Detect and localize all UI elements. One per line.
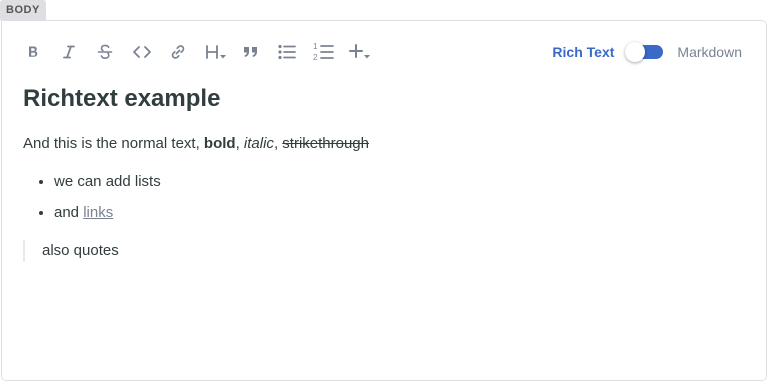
heading-dropdown-icon bbox=[206, 45, 226, 59]
strikethrough-icon bbox=[97, 44, 113, 60]
field-label: BODY bbox=[0, 0, 46, 20]
content-blockquote: also quotes bbox=[23, 240, 119, 262]
separator: , bbox=[235, 135, 244, 152]
quote-icon bbox=[244, 47, 257, 57]
add-component-dropdown-icon bbox=[349, 44, 370, 59]
bulleted-list-button[interactable] bbox=[275, 40, 299, 64]
quote-button[interactable] bbox=[239, 40, 263, 64]
bulleted-list: we can add lists and links bbox=[23, 171, 161, 233]
bold-text: bold bbox=[203, 135, 236, 152]
italic-icon bbox=[63, 45, 75, 59]
heading-dropdown-button[interactable] bbox=[203, 40, 229, 64]
bulleted-list-icon bbox=[278, 44, 296, 60]
italic-text: italic bbox=[243, 135, 274, 152]
content-heading: Richtext example bbox=[23, 85, 221, 112]
list-item: we can add lists bbox=[54, 171, 161, 193]
link-icon bbox=[171, 45, 185, 59]
content-paragraph: And this is the normal text, bold, itali… bbox=[23, 133, 369, 155]
strikethrough-button[interactable] bbox=[93, 40, 117, 64]
svg-text:2: 2 bbox=[313, 53, 318, 62]
content-link[interactable]: links bbox=[83, 204, 113, 221]
bold-icon bbox=[29, 46, 38, 57]
rich-text-mode-label[interactable]: Rich Text bbox=[552, 44, 614, 60]
numbered-list-button[interactable]: 1 2 bbox=[312, 40, 336, 64]
mode-toggle-knob bbox=[625, 42, 646, 62]
svg-text:1: 1 bbox=[313, 42, 318, 51]
editor-content[interactable]: Richtext example And this is the normal … bbox=[23, 84, 746, 262]
list-item: and links bbox=[54, 202, 161, 224]
rich-text-editor[interactable]: 1 2 Rich Text Markdown Richtext example … bbox=[1, 20, 767, 381]
code-icon bbox=[133, 46, 151, 58]
list-item-text: we can add lists bbox=[54, 173, 161, 190]
markdown-mode-label[interactable]: Markdown bbox=[677, 44, 742, 60]
code-button[interactable] bbox=[130, 40, 154, 64]
bold-button[interactable] bbox=[21, 40, 45, 64]
editor-mode-switch: Rich Text Markdown bbox=[552, 41, 742, 63]
numbered-list-icon: 1 2 bbox=[313, 42, 334, 62]
editor-toolbar: 1 2 Rich Text Markdown bbox=[2, 21, 766, 81]
link-button[interactable] bbox=[166, 40, 190, 64]
italic-button[interactable] bbox=[57, 40, 81, 64]
mode-toggle[interactable] bbox=[625, 42, 664, 62]
add-component-dropdown-button[interactable] bbox=[348, 40, 374, 64]
strikethrough-text: strikethrough bbox=[282, 135, 369, 152]
list-item-prefix: and bbox=[54, 204, 84, 221]
paragraph-intro: And this is the normal text, bbox=[23, 135, 204, 152]
